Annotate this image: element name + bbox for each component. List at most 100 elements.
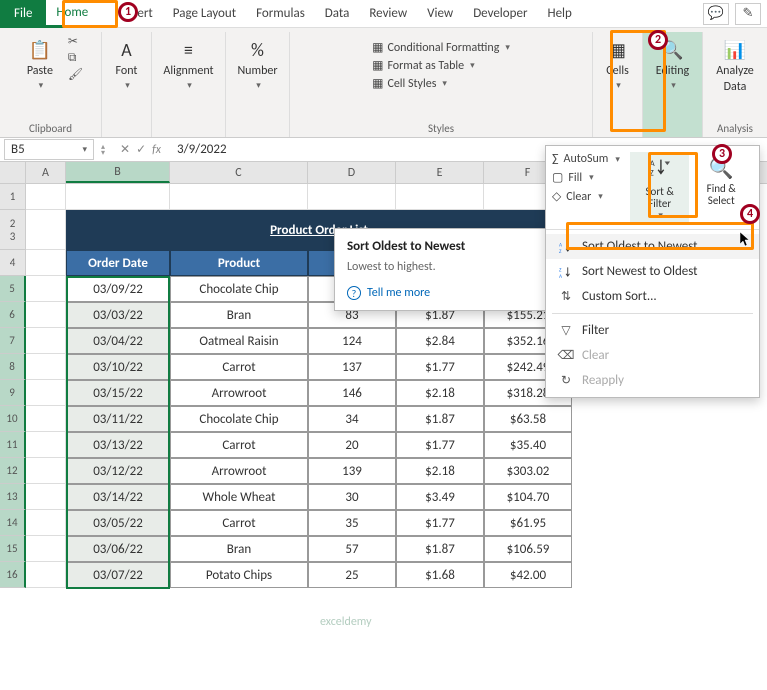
name-box[interactable]: B5 ▾ xyxy=(4,139,94,160)
row-1[interactable]: 1 xyxy=(0,184,26,210)
cell-total[interactable]: $63.58 xyxy=(484,406,572,432)
tab-data[interactable]: Data xyxy=(315,0,360,28)
cell-date[interactable]: 03/10/22 xyxy=(66,354,170,380)
clear-button[interactable]: ◇ Clear ▾ xyxy=(552,189,620,204)
cell-product[interactable]: Carrot xyxy=(170,432,308,458)
cell-qty[interactable]: 25 xyxy=(308,562,396,588)
cell-date[interactable]: 03/12/22 xyxy=(66,458,170,484)
cell-price[interactable]: $1.77 xyxy=(396,510,484,536)
cell-price[interactable]: $1.87 xyxy=(396,536,484,562)
cell-qty[interactable]: 34 xyxy=(308,406,396,432)
menu-custom-sort[interactable]: ⇅ Custom Sort... xyxy=(546,284,759,309)
row-7[interactable]: 7 xyxy=(0,328,26,354)
menu-sort-newest-oldest[interactable]: ZA Sort Newest to Oldest xyxy=(546,259,759,284)
autosum-button[interactable]: ∑ AutoSum ▾ xyxy=(552,152,620,166)
cell-date[interactable]: 03/11/22 xyxy=(66,406,170,432)
comments-icon[interactable]: 💬 xyxy=(703,3,729,25)
sort-filter-button[interactable]: AZ Sort & Filter ▾ xyxy=(630,152,690,225)
number-button[interactable]: % Number ▾ xyxy=(233,34,281,95)
cell-qty[interactable]: 20 xyxy=(308,432,396,458)
col-b[interactable]: B xyxy=(66,162,170,183)
cell-date[interactable]: 03/03/22 xyxy=(66,302,170,328)
format-painter-icon[interactable]: 🖌 xyxy=(68,67,83,82)
cell-date[interactable]: 03/15/22 xyxy=(66,380,170,406)
cell-total[interactable]: $42.00 xyxy=(484,562,572,588)
cell-total[interactable]: $106.59 xyxy=(484,536,572,562)
cell-qty[interactable]: 35 xyxy=(308,510,396,536)
cell-date[interactable]: 03/04/22 xyxy=(66,328,170,354)
cell-product[interactable]: Arrowroot xyxy=(170,380,308,406)
cell-product[interactable]: Chocolate Chip xyxy=(170,406,308,432)
cell-total[interactable]: $35.40 xyxy=(484,432,572,458)
row-13[interactable]: 13 xyxy=(0,484,26,510)
row-11[interactable]: 11 xyxy=(0,432,26,458)
tab-review[interactable]: Review xyxy=(359,0,417,28)
format-as-table-button[interactable]: ▦ Format as Table ▾ xyxy=(372,58,510,73)
row-12[interactable]: 12 xyxy=(0,458,26,484)
tab-formulas[interactable]: Formulas xyxy=(246,0,315,28)
cell-price[interactable]: $1.77 xyxy=(396,432,484,458)
row-15[interactable]: 15 xyxy=(0,536,26,562)
cell-product[interactable]: Chocolate Chip xyxy=(170,276,308,302)
cell-price[interactable]: $1.68 xyxy=(396,562,484,588)
col-a[interactable]: A xyxy=(26,162,66,183)
conditional-formatting-button[interactable]: ▦ Conditional Formatting ▾ xyxy=(372,40,510,55)
row-2[interactable]: 23 xyxy=(0,210,26,250)
cell-price[interactable]: $2.84 xyxy=(396,328,484,354)
cell-price[interactable]: $2.18 xyxy=(396,458,484,484)
cell-date[interactable]: 03/05/22 xyxy=(66,510,170,536)
row-6[interactable]: 6 xyxy=(0,302,26,328)
tab-help[interactable]: Help xyxy=(537,0,581,28)
cell-product[interactable]: Carrot xyxy=(170,510,308,536)
row-9[interactable]: 9 xyxy=(0,380,26,406)
cell-product[interactable]: Potato Chips xyxy=(170,562,308,588)
cell-styles-button[interactable]: ▦ Cell Styles ▾ xyxy=(372,76,510,91)
row-10[interactable]: 10 xyxy=(0,406,26,432)
analyze-data-button[interactable]: 📊 Analyze Data xyxy=(712,34,758,98)
col-e[interactable]: E xyxy=(396,162,484,183)
cell-qty[interactable]: 146 xyxy=(308,380,396,406)
font-button[interactable]: A Font ▾ xyxy=(105,34,149,95)
file-tab[interactable]: File xyxy=(0,0,46,28)
tab-view[interactable]: View xyxy=(417,0,463,28)
cut-icon[interactable]: ✂ xyxy=(68,34,83,49)
fill-button[interactable]: ▢ Fill ▾ xyxy=(552,170,620,185)
cell-product[interactable]: Bran xyxy=(170,536,308,562)
copy-icon[interactable]: ⧉ xyxy=(68,51,83,65)
tooltip-tell-me-more[interactable]: ? Tell me more xyxy=(347,286,543,300)
paste-button[interactable]: 📋 Paste ▾ xyxy=(18,34,62,95)
alignment-button[interactable]: ≡ Alignment ▾ xyxy=(159,34,217,95)
cell-date[interactable]: 03/07/22 xyxy=(66,562,170,588)
cell-total[interactable]: $104.70 xyxy=(484,484,572,510)
cell-product[interactable]: Arrowroot xyxy=(170,458,308,484)
row-4[interactable]: 4 xyxy=(0,250,26,276)
cell-total[interactable]: $303.02 xyxy=(484,458,572,484)
cell-product[interactable]: Oatmeal Raisin xyxy=(170,328,308,354)
cell-total[interactable]: $61.95 xyxy=(484,510,572,536)
row-14[interactable]: 14 xyxy=(0,510,26,536)
tab-developer[interactable]: Developer xyxy=(463,0,537,28)
enter-formula-icon[interactable]: ✓ xyxy=(136,142,146,157)
cell-product[interactable]: Whole Wheat xyxy=(170,484,308,510)
cells-button[interactable]: ▦ Cells ▾ xyxy=(596,34,640,95)
cell-product[interactable]: Bran xyxy=(170,302,308,328)
tab-pagelayout[interactable]: Page Layout xyxy=(163,0,246,28)
cell-price[interactable]: $1.87 xyxy=(396,406,484,432)
cell-date[interactable]: 03/09/22 xyxy=(66,276,170,302)
cell-price[interactable]: $3.49 xyxy=(396,484,484,510)
row-16[interactable]: 16 xyxy=(0,562,26,588)
tab-home[interactable]: Home xyxy=(46,0,98,28)
cancel-formula-icon[interactable]: ✕ xyxy=(120,142,130,157)
fx-icon[interactable]: fx xyxy=(152,143,161,157)
menu-sort-oldest-newest[interactable]: AZ Sort Oldest to Newest xyxy=(546,234,759,259)
cell-qty[interactable]: 139 xyxy=(308,458,396,484)
share-icon[interactable]: ✎ xyxy=(735,3,761,25)
row-5[interactable]: 5 xyxy=(0,276,26,302)
menu-filter[interactable]: ▽ Filter xyxy=(546,318,759,343)
row-8[interactable]: 8 xyxy=(0,354,26,380)
cell-price[interactable]: $2.18 xyxy=(396,380,484,406)
col-c[interactable]: C xyxy=(170,162,308,183)
cell-date[interactable]: 03/06/22 xyxy=(66,536,170,562)
cell-date[interactable]: 03/13/22 xyxy=(66,432,170,458)
cell-qty[interactable]: 124 xyxy=(308,328,396,354)
